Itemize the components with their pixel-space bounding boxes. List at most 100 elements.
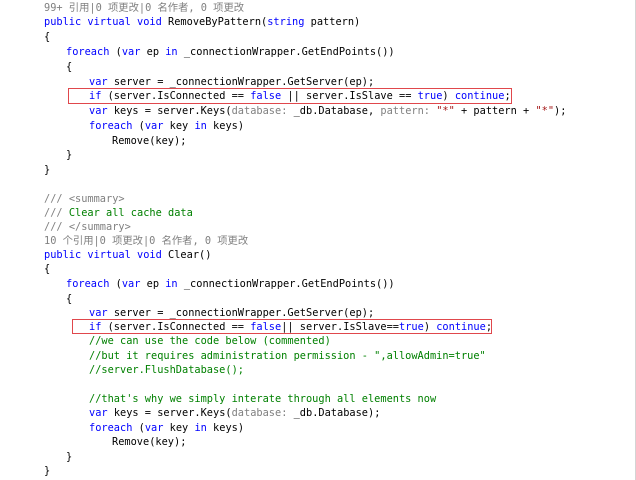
code-line: foreach (var key in keys): [89, 119, 244, 134]
brace-open: {: [44, 263, 51, 275]
string-literal: "*": [535, 105, 555, 117]
keyword-string: string: [267, 16, 305, 28]
paren-close: ): [354, 16, 361, 28]
keyword-void: void: [137, 16, 162, 28]
code-line-highlighted: if (server.IsConnected == false|| server…: [89, 320, 492, 335]
keyword-var: var: [144, 120, 164, 132]
code-line: var keys = server.Keys(database: _db.Dat…: [89, 104, 566, 119]
keyword-var: var: [89, 307, 108, 319]
brace-open: {: [44, 31, 51, 43]
keyword-in: in: [165, 278, 178, 290]
foreach-expr: _connectionWrapper.GetEndPoints()): [183, 278, 395, 290]
code-editor[interactable]: 99+ 引用|0 项更改|0 名作者, 0 项更改 public virtual…: [0, 0, 636, 480]
keyword-var: var: [89, 76, 108, 88]
doc-slashes: ///: [44, 193, 63, 205]
code-text: ;: [504, 90, 511, 102]
string-literal: "*": [436, 105, 455, 117]
keyword-false: false: [250, 321, 282, 333]
doc-comment: /// </summary>: [44, 220, 131, 235]
comment-line: //server.FlushDatabase();: [89, 364, 244, 376]
var-ep: ep: [146, 278, 160, 290]
code-text: || server.IsSlave==: [281, 321, 399, 333]
code-line: Remove(key);: [112, 135, 187, 147]
code-text: server = _connectionWrapper.GetServer(ep…: [113, 76, 375, 88]
keyword-true: true: [417, 90, 443, 102]
comment-line: //that's why we simply interate through …: [89, 393, 437, 405]
keyword-foreach: foreach: [66, 278, 110, 290]
foreach-line: foreach (var ep in _connectionWrapper.Ge…: [66, 45, 395, 60]
method-name: Clear(): [168, 249, 212, 261]
code-line: Remove(key);: [112, 436, 187, 448]
keyword-foreach: foreach: [89, 120, 133, 132]
keyword-in: in: [165, 46, 178, 58]
doc-slashes: ///: [44, 207, 63, 219]
codelens-references[interactable]: 10 个引用|0 项更改|0 名作者, 0 项更改: [44, 234, 248, 249]
keyword-foreach: foreach: [66, 46, 110, 58]
keyword-void: void: [137, 249, 162, 261]
brace-open: {: [66, 293, 73, 305]
keyword-public: public: [44, 249, 82, 261]
code-text: || server.IsSlave ==: [287, 90, 412, 102]
comment-line: //but it requires administration permiss…: [89, 350, 486, 362]
keyword-continue: continue: [454, 90, 505, 102]
brace-open: {: [66, 61, 73, 73]
param-hint-database: database:: [231, 105, 288, 117]
code-text: ): [442, 90, 449, 102]
keyword-var: var: [89, 105, 108, 117]
code-text: );: [554, 105, 567, 117]
code-text: keys = server.Keys(: [113, 105, 232, 117]
codelens-references[interactable]: 99+ 引用|0 项更改|0 名作者, 0 项更改: [44, 1, 244, 16]
code-text: _db.Database,: [293, 105, 375, 117]
param-name: pattern: [310, 16, 355, 28]
keyword-public: public: [44, 16, 82, 28]
brace-close: }: [44, 465, 51, 477]
doc-comment: /// <summary>: [44, 192, 125, 207]
keyword-true: true: [399, 321, 424, 333]
method-name: RemoveByPattern: [168, 16, 262, 28]
code-text: (server.IsConnected ==: [107, 90, 244, 102]
code-text: server = _connectionWrapper.GetServer(ep…: [113, 307, 375, 319]
doc-tag: </summary>: [68, 221, 131, 233]
code-text: ;: [485, 321, 493, 333]
brace-close: }: [66, 149, 73, 161]
code-line: foreach (var key in keys): [89, 421, 244, 436]
brace-close: }: [44, 164, 51, 176]
code-text: ): [423, 321, 431, 333]
doc-text: Clear all cache data: [68, 207, 193, 219]
param-hint-database: database:: [231, 407, 288, 419]
code-text: keys): [213, 422, 245, 434]
code-text: key: [169, 422, 189, 434]
var-ep: ep: [146, 46, 160, 58]
code-line: var keys = server.Keys(database: _db.Dat…: [89, 406, 380, 421]
code-line-highlighted: if (server.IsConnected == false || serve…: [89, 89, 511, 104]
code-text: + pattern +: [461, 105, 530, 117]
brace-close: }: [66, 451, 73, 463]
keyword-in: in: [194, 422, 207, 434]
keyword-virtual: virtual: [87, 249, 131, 261]
code-text: keys): [213, 120, 245, 132]
keyword-in: in: [194, 120, 207, 132]
keyword-virtual: virtual: [87, 16, 131, 28]
code-text: _db.Database);: [293, 407, 381, 419]
foreach-line: foreach (var ep in _connectionWrapper.Ge…: [66, 277, 395, 292]
code-text: key: [169, 120, 189, 132]
comment-line: //we can use the code below (commented): [89, 335, 331, 347]
method-signature: public virtual void RemoveByPattern(stri…: [44, 15, 360, 30]
doc-tag: <summary>: [68, 193, 125, 205]
keyword-false: false: [250, 90, 282, 102]
keyword-var: var: [121, 46, 141, 58]
doc-slashes: ///: [44, 221, 63, 233]
param-hint-pattern: pattern:: [380, 105, 431, 117]
doc-comment: /// Clear all cache data: [44, 206, 193, 221]
keyword-if: if: [89, 321, 102, 333]
keyword-if: if: [89, 90, 102, 102]
code-text: keys = server.Keys(: [113, 407, 232, 419]
code-text: (server.IsConnected ==: [107, 321, 244, 333]
keyword-continue: continue: [436, 321, 486, 333]
keyword-foreach: foreach: [89, 422, 133, 434]
method-signature: public virtual void Clear(): [44, 248, 211, 263]
keyword-var: var: [121, 278, 141, 290]
keyword-var: var: [144, 422, 164, 434]
foreach-expr: _connectionWrapper.GetEndPoints()): [183, 46, 395, 58]
keyword-var: var: [89, 407, 108, 419]
